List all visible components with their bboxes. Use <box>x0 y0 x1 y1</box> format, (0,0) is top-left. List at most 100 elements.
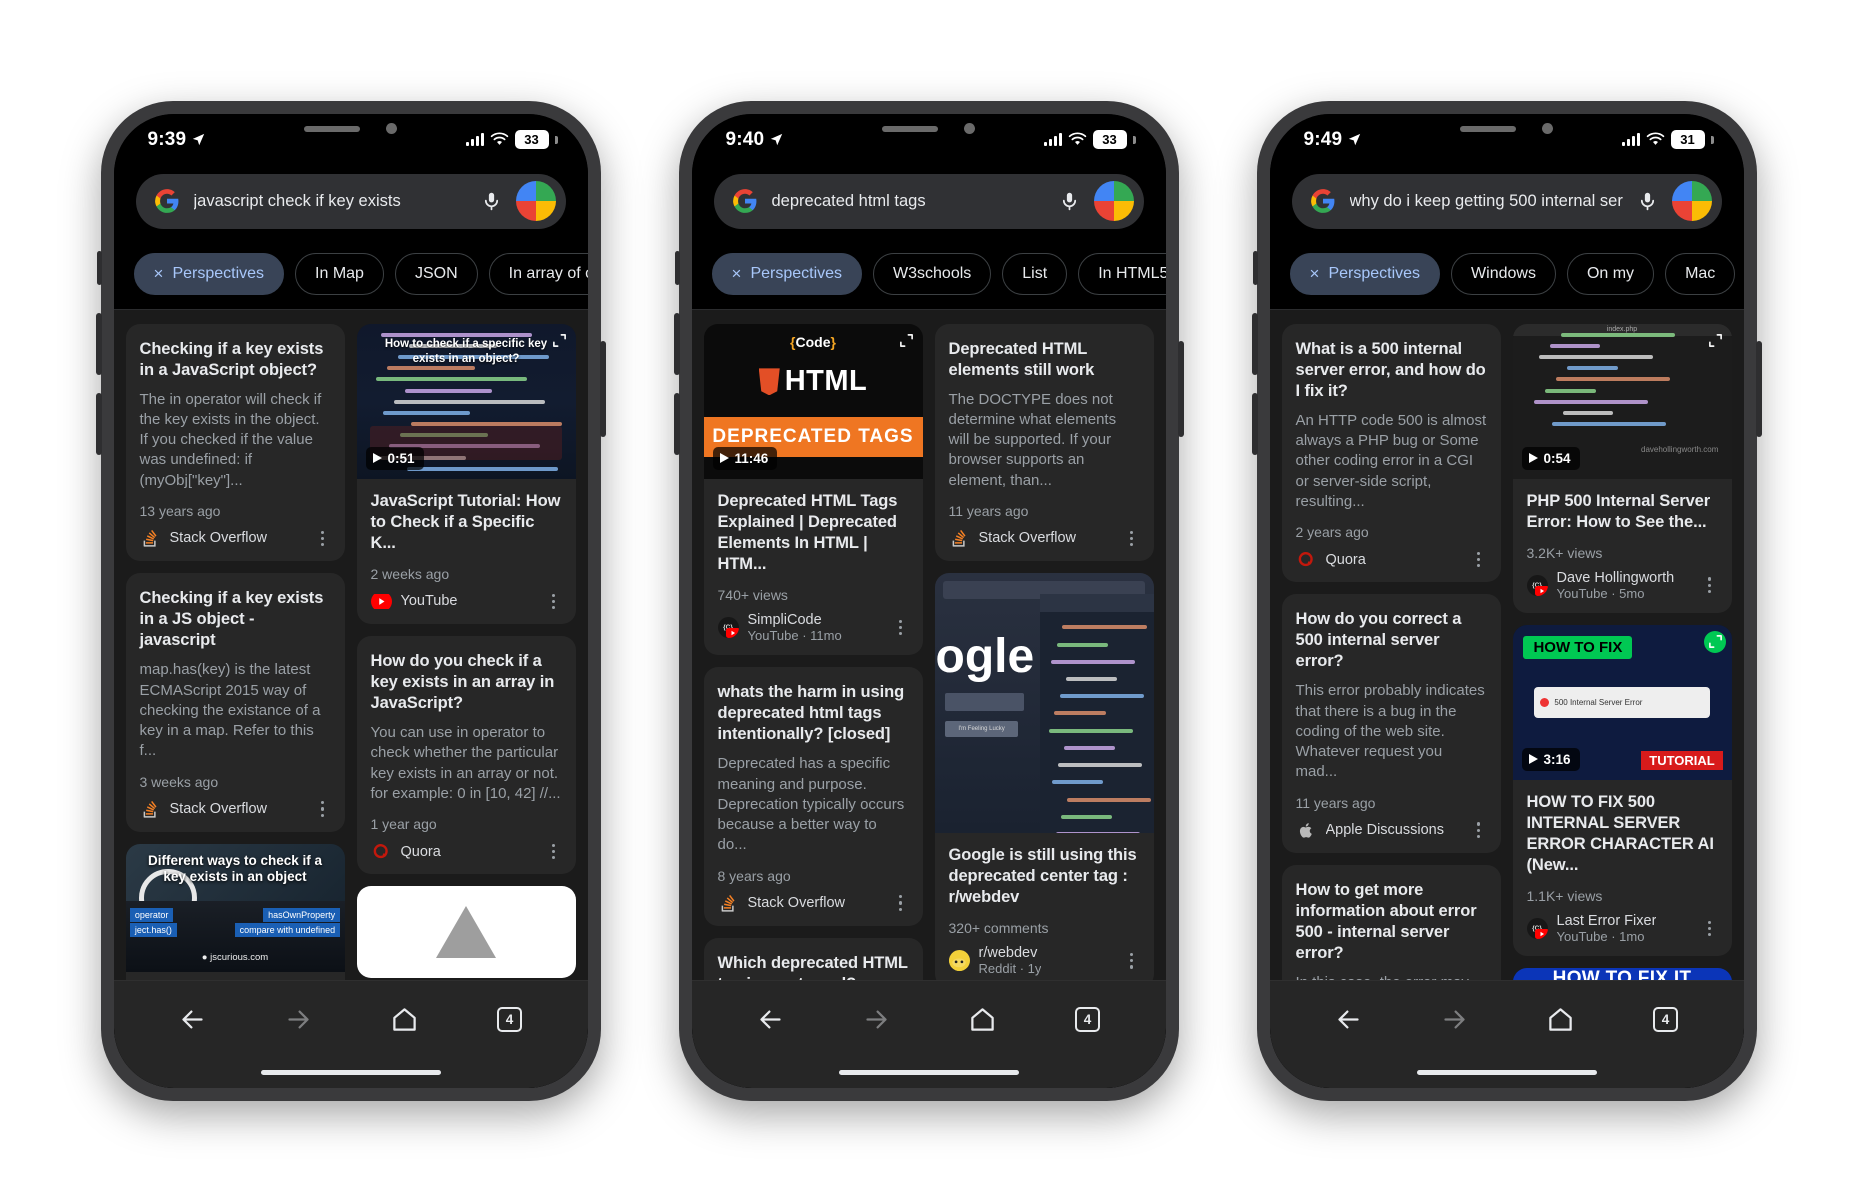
back-arrow-icon[interactable] <box>179 1006 206 1033</box>
silent-switch[interactable] <box>1252 250 1258 285</box>
result-thumbnail[interactable]: Different ways to check if a key exists … <box>125 843 345 972</box>
forward-arrow-icon[interactable] <box>863 1006 890 1033</box>
filter-chip-in-array-of-objects[interactable]: In array of objects <box>488 252 588 295</box>
result-title[interactable]: Google is still using this deprecated ce… <box>949 845 1140 908</box>
home-indicator[interactable] <box>260 1070 441 1075</box>
result-thumbnail[interactable]: HOW TO FIX 500 Internal Server Error TUT… <box>1512 624 1732 780</box>
volume-up-button[interactable] <box>1251 312 1258 375</box>
avatar[interactable] <box>1671 181 1712 221</box>
filter-chip-row[interactable]: × Perspectives Windows On my Mac Flights <box>1269 242 1744 310</box>
home-indicator[interactable] <box>1416 1070 1597 1075</box>
power-button[interactable] <box>1177 340 1184 437</box>
more-options-button[interactable] <box>1471 821 1487 839</box>
result-source[interactable]: {C} Dave Hollingworth YouTube · 5mo <box>1526 570 1718 601</box>
search-input[interactable]: deprecated html tags <box>772 192 1045 211</box>
result-card[interactable]: Deprecated HTML elements still work The … <box>934 323 1154 561</box>
result-card[interactable]: Different ways to check if a key exists … <box>125 843 345 980</box>
tab-count-button[interactable]: 4 <box>497 1006 522 1032</box>
home-icon[interactable] <box>969 1006 996 1033</box>
filter-chip-json[interactable]: JSON <box>394 252 478 295</box>
result-source[interactable]: r/webdev Reddit · 1y <box>948 945 1140 976</box>
result-title[interactable]: PHP 500 Internal Server Error: How to Se… <box>1527 491 1718 533</box>
result-thumbnail[interactable]: index.php davehollingworth.com 0:54 <box>1512 323 1732 479</box>
close-icon[interactable]: × <box>732 265 742 282</box>
result-title[interactable]: What is a 500 internal server error, and… <box>1296 339 1487 402</box>
silent-switch[interactable] <box>96 250 102 285</box>
result-card[interactable]: index.php davehollingworth.com 0:54 PHP … <box>1512 323 1732 613</box>
result-card[interactable]: How do you correct a 500 internal server… <box>1281 594 1501 853</box>
tab-count-button[interactable]: 4 <box>1653 1006 1678 1032</box>
search-input[interactable]: why do i keep getting 500 internal serve… <box>1350 192 1623 211</box>
result-title[interactable]: How to get more information about error … <box>1296 880 1487 964</box>
more-options-button[interactable] <box>315 800 331 818</box>
avatar[interactable] <box>515 181 556 221</box>
volume-up-button[interactable] <box>95 312 102 375</box>
result-title[interactable]: How do you correct a 500 internal server… <box>1296 609 1487 672</box>
result-thumbnail[interactable]: ogle I'm Feeling Lucky <box>934 572 1154 833</box>
close-icon[interactable]: × <box>154 265 164 282</box>
result-card[interactable]: Which deprecated HTML tag is most used? … <box>703 937 923 980</box>
search-bar[interactable]: deprecated html tags <box>713 173 1144 229</box>
results-area[interactable]: {Code} HTML DEPRECATED TAGS 11:46 Deprec… <box>691 309 1166 980</box>
filter-chip-row[interactable]: × Perspectives W3schools List In HTML5 E… <box>691 242 1166 310</box>
back-arrow-icon[interactable] <box>1335 1006 1362 1033</box>
result-source[interactable]: Stack Overflow <box>140 799 331 820</box>
result-card[interactable]: How do you check if a key exists in an a… <box>356 635 576 875</box>
result-title[interactable]: Checking if a key exists in a JavaScript… <box>140 339 331 381</box>
volume-down-button[interactable] <box>1251 392 1258 455</box>
filter-chip-list[interactable]: List <box>1002 252 1068 295</box>
microphone-icon[interactable] <box>481 188 502 215</box>
filter-chip-windows[interactable]: Windows <box>1451 252 1556 295</box>
result-source[interactable]: Stack Overflow <box>140 528 331 549</box>
more-options-button[interactable] <box>546 592 562 610</box>
result-title[interactable]: HOW TO FIX 500 INTERNAL SERVER ERROR CHA… <box>1527 792 1718 876</box>
result-title[interactable]: Which deprecated HTML tag is most used? <box>718 953 909 980</box>
result-thumbnail[interactable]: {Code} HTML DEPRECATED TAGS 11:46 <box>703 323 923 479</box>
microphone-icon[interactable] <box>1059 188 1080 215</box>
result-source[interactable]: Stack Overflow <box>718 893 909 914</box>
more-options-button[interactable] <box>1702 920 1718 938</box>
more-options-button[interactable] <box>1124 952 1140 970</box>
more-options-button[interactable] <box>315 529 331 547</box>
result-title[interactable]: Deprecated HTML Tags Explained | Depreca… <box>718 491 909 575</box>
browser-bottom-nav[interactable]: 4 <box>1269 979 1744 1058</box>
result-card[interactable]: ogle I'm Feeling Lucky Google is still u… <box>934 572 1154 980</box>
silent-switch[interactable] <box>674 250 680 285</box>
power-button[interactable] <box>599 340 606 437</box>
filter-chip-perspectives[interactable]: × Perspectives <box>711 252 863 295</box>
search-input[interactable]: javascript check if key exists <box>194 192 467 211</box>
more-options-button[interactable] <box>1471 551 1487 569</box>
avatar[interactable] <box>1093 181 1134 221</box>
result-source[interactable]: Quora <box>1296 549 1487 570</box>
browser-bottom-nav[interactable]: 4 <box>691 979 1166 1058</box>
result-card[interactable]: HOW TO FIX 500 Internal Server Error TUT… <box>1512 624 1732 957</box>
search-bar[interactable]: javascript check if key exists <box>135 173 566 229</box>
volume-down-button[interactable] <box>95 392 102 455</box>
expand-icon[interactable] <box>1708 333 1723 348</box>
result-title[interactable]: How do you check if a key exists in an a… <box>371 651 562 714</box>
result-card[interactable]: How to check if a specific key exists in… <box>356 323 576 624</box>
result-card[interactable]: Checking if a key exists in a JavaScript… <box>125 323 345 561</box>
expand-icon[interactable] <box>899 333 914 348</box>
filter-chip-mac[interactable]: Mac <box>1665 252 1736 295</box>
results-area[interactable]: Checking if a key exists in a JavaScript… <box>113 309 588 980</box>
expand-icon[interactable] <box>1708 634 1723 649</box>
result-card[interactable]: whats the harm in using deprecated html … <box>703 666 923 926</box>
forward-arrow-icon[interactable] <box>1441 1006 1468 1033</box>
result-source[interactable]: {C} Last Error Fixer YouTube · 1mo <box>1526 913 1718 944</box>
result-source[interactable]: Stack Overflow <box>949 528 1140 549</box>
home-indicator[interactable] <box>838 1070 1019 1075</box>
volume-down-button[interactable] <box>673 392 680 455</box>
filter-chip-on-my[interactable]: On my <box>1566 252 1655 295</box>
forward-arrow-icon[interactable] <box>285 1006 312 1033</box>
volume-up-button[interactable] <box>673 312 680 375</box>
search-bar[interactable]: why do i keep getting 500 internal serve… <box>1291 173 1722 229</box>
result-card[interactable]: How to get more information about error … <box>1281 864 1501 980</box>
filter-chip-in-map[interactable]: In Map <box>295 252 384 295</box>
close-icon[interactable]: × <box>1310 265 1320 282</box>
home-icon[interactable] <box>1547 1006 1574 1033</box>
result-title[interactable]: Checking if a key exists in a JS object … <box>140 588 331 651</box>
filter-chip-perspectives[interactable]: × Perspectives <box>133 252 285 295</box>
filter-chip-perspectives[interactable]: × Perspectives <box>1289 252 1441 295</box>
result-card[interactable]: Checking if a key exists in a JS object … <box>125 572 345 832</box>
